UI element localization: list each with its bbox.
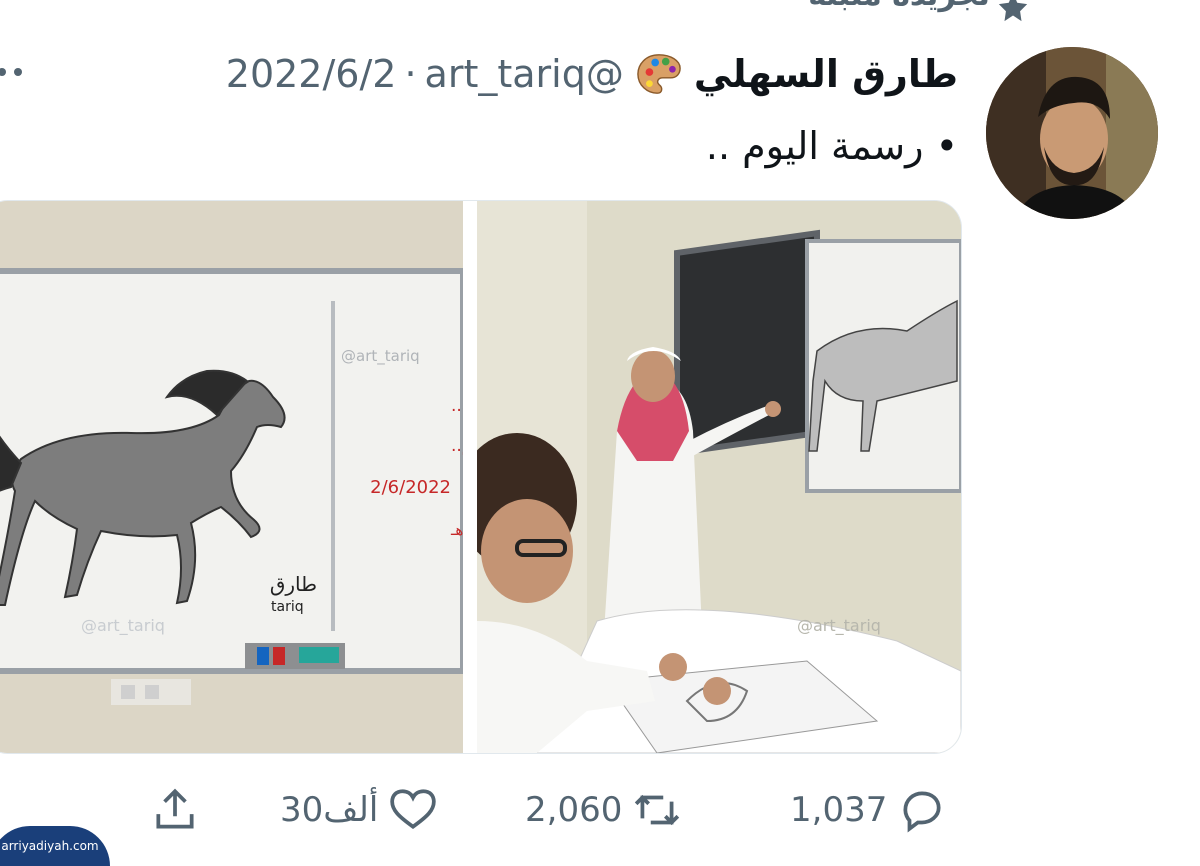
retweet-icon bbox=[635, 794, 680, 826]
photo-whiteboard[interactable]: @art_tariq المادة-فنية.. الموضوع-رسم.. 2… bbox=[0, 201, 463, 753]
photo-classroom[interactable]: @art_tariq bbox=[477, 201, 961, 753]
board-line-subject: المادة-فنية.. bbox=[451, 396, 463, 416]
share-icon bbox=[156, 788, 194, 829]
board-line-topic: الموضوع-رسم.. bbox=[451, 436, 463, 456]
share-button[interactable] bbox=[150, 780, 200, 840]
tweet-header: طارق السهلي @art_tariq · 2022/6/2 bbox=[226, 48, 958, 100]
tweet-date[interactable]: 2022/6/2 bbox=[226, 52, 397, 96]
like-icon bbox=[390, 789, 436, 829]
like-count: 30ألف bbox=[280, 790, 379, 830]
like-button[interactable]: 30ألف bbox=[270, 780, 438, 840]
reply-count: 1,037 bbox=[790, 790, 888, 830]
palette-icon bbox=[637, 54, 681, 94]
tweet-actions: 30ألف 2,060 1,037 bbox=[0, 780, 1200, 840]
board-watermark: @art_tariq bbox=[341, 347, 420, 366]
retweet-count: 2,060 bbox=[525, 790, 623, 830]
board-line-hijri: ١٤٤٣/١١/٣ هـ bbox=[450, 521, 463, 539]
reply-button[interactable]: 1,037 bbox=[780, 780, 947, 840]
media-grid: @art_tariq المادة-فنية.. الموضوع-رسم.. 2… bbox=[0, 200, 962, 754]
reply-icon bbox=[903, 791, 941, 833]
header-separator: · bbox=[404, 52, 417, 96]
avatar[interactable] bbox=[986, 47, 1158, 219]
classroom-scene: @art_tariq bbox=[477, 201, 961, 753]
pin-icon bbox=[998, 0, 1028, 22]
retweet-button[interactable]: 2,060 bbox=[515, 780, 682, 840]
more-icon[interactable] bbox=[0, 55, 38, 89]
author-handle[interactable]: @art_tariq bbox=[425, 52, 624, 96]
avatar-photo bbox=[986, 47, 1158, 219]
board-line-date: 2/6/2022 bbox=[370, 477, 451, 498]
social-context-label: لجريدة متبنة bbox=[808, 0, 990, 13]
signature-arabic: طارق bbox=[270, 572, 317, 596]
author-name[interactable]: طارق السهلي bbox=[694, 52, 958, 96]
tweet-text: • رسمة اليوم .. bbox=[705, 124, 958, 168]
photo-watermark-right: @art_tariq bbox=[797, 616, 881, 636]
signature-latin: tariq bbox=[271, 599, 304, 615]
whiteboard-scene: @art_tariq المادة-فنية.. الموضوع-رسم.. 2… bbox=[0, 201, 463, 753]
photo-watermark-left: @art_tariq bbox=[81, 616, 165, 636]
